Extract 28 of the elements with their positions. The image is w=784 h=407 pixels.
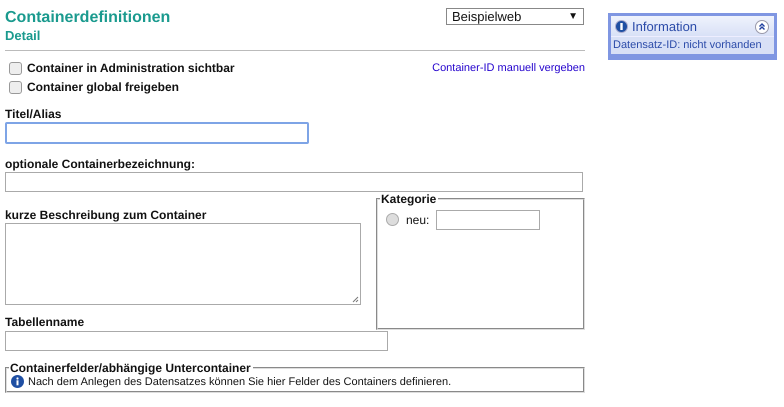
description-text-area[interactable] — [5, 223, 361, 305]
page-subtitle: Detail — [5, 28, 42, 43]
checkbox-label[interactable]: Container global freigeben — [27, 80, 180, 94]
record-id-text: Datensatz-ID: nicht vorhanden — [611, 36, 774, 54]
info-note: Nach dem Anlegen des Datensatzes können Sie hier Felder des Containers definieren. — [28, 376, 452, 388]
manual-id-link[interactable]: Container-ID manuell vergeben — [432, 62, 585, 74]
title-input-field[interactable] — [5, 122, 309, 144]
checkbox-label[interactable]: Container in Administration sichtbar — [27, 61, 235, 75]
table-name-input-field[interactable] — [5, 331, 388, 351]
info-icon — [11, 375, 24, 388]
name-input-field[interactable] — [5, 172, 583, 192]
site-select[interactable]: Beispielweb ▼ — [446, 8, 584, 25]
checkbox[interactable] — [9, 80, 22, 94]
info-icon — [615, 20, 628, 33]
resize-grip-icon[interactable] — [351, 295, 359, 303]
field-label: optionale Containerbezeichnung: — [5, 157, 196, 171]
checkbox[interactable] — [9, 62, 22, 74]
collapse-toggle-icon[interactable] — [755, 20, 769, 34]
group-legend: Kategorie — [380, 192, 438, 206]
panel-title: Information — [632, 19, 698, 34]
radio-label[interactable]: neu: — [406, 212, 430, 226]
field-label: Titel/Alias — [5, 107, 62, 121]
group-legend: Containerfelder/abhängige Untercontainer — [9, 361, 253, 375]
page-title: Containerdefinitionen — [5, 8, 170, 27]
field-label: Tabellenname — [5, 315, 86, 329]
field-label: kurze Beschreibung zum Container — [5, 208, 208, 222]
category-input-field[interactable] — [436, 210, 540, 230]
radio-button[interactable] — [386, 213, 399, 226]
